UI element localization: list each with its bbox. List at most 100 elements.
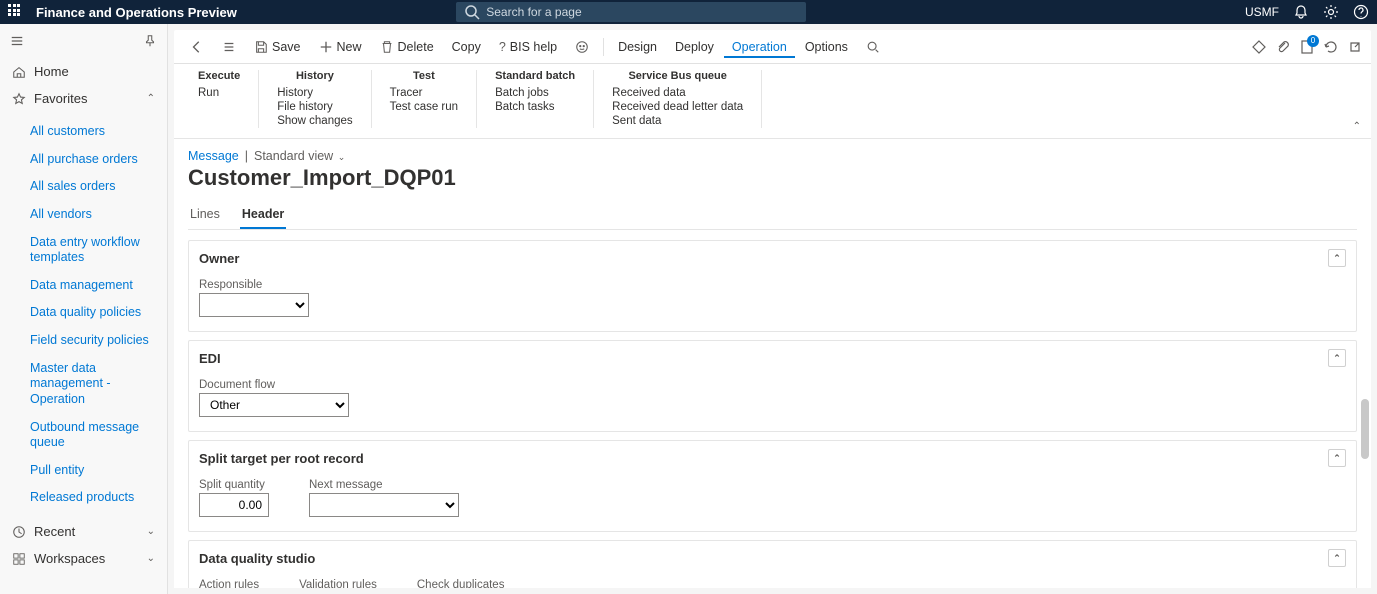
fav-link[interactable]: Data quality policies xyxy=(26,299,167,327)
ribbon-item[interactable]: Show changes xyxy=(277,114,352,128)
ribbon-item[interactable]: Test case run xyxy=(390,100,458,114)
chevron-up-icon[interactable]: ⌃ xyxy=(1328,249,1346,267)
attach-icon[interactable] xyxy=(1275,39,1291,55)
breadcrumb: Message | Standard view ⌄ xyxy=(188,149,1357,163)
favorites-list: All customers All purchase orders All sa… xyxy=(0,112,167,518)
ribbon-item[interactable]: History xyxy=(277,86,352,100)
star-icon xyxy=(12,92,26,106)
ribbon-group-title: Test xyxy=(390,70,458,82)
section-data-quality: Data quality studio ⌃ Action rules No Va… xyxy=(188,540,1357,588)
field-check-duplicates: Check duplicates No xyxy=(417,579,505,588)
split-quantity-input[interactable] xyxy=(199,493,269,517)
app-header: Finance and Operations Preview Search fo… xyxy=(0,0,1377,24)
app-title: Finance and Operations Preview xyxy=(36,5,237,20)
next-message-select[interactable] xyxy=(309,493,459,517)
nav-workspaces-label: Workspaces xyxy=(34,551,105,566)
ribbon-group-test: Test Tracer Test case run xyxy=(372,70,477,128)
face-icon xyxy=(575,40,589,54)
app-launcher-icon[interactable] xyxy=(8,4,24,20)
global-search[interactable]: Search for a page xyxy=(456,2,806,22)
field-label: Document flow xyxy=(199,379,349,391)
tab-header[interactable]: Header xyxy=(240,201,286,229)
arrow-left-icon xyxy=(190,40,204,54)
document-flow-select[interactable]: Other xyxy=(199,393,349,417)
popout-icon[interactable] xyxy=(1347,39,1363,55)
section-header[interactable]: Owner ⌃ xyxy=(189,241,1356,275)
fav-link[interactable]: Field security policies xyxy=(26,327,167,355)
view-selector[interactable]: Standard view ⌄ xyxy=(254,149,345,163)
new-button[interactable]: New xyxy=(311,36,370,58)
fav-link[interactable]: Master data management - Operation xyxy=(26,355,167,414)
fav-link[interactable]: Outbound message queue xyxy=(26,414,167,457)
ribbon-item[interactable]: Run xyxy=(198,86,240,100)
ribbon-group-title: Execute xyxy=(198,70,240,82)
fav-link[interactable]: All vendors xyxy=(26,201,167,229)
nav-home-label: Home xyxy=(34,64,69,79)
notifications-button[interactable]: 0 xyxy=(1299,39,1315,55)
help-icon[interactable] xyxy=(1353,4,1369,20)
ribbon-item[interactable]: Received data xyxy=(612,86,743,100)
tab-lines[interactable]: Lines xyxy=(188,201,222,229)
left-navigation: Home Favorites ⌃ All customers All purch… xyxy=(0,24,168,594)
ribbon-item[interactable]: Received dead letter data xyxy=(612,100,743,114)
nav-favorites[interactable]: Favorites ⌃ xyxy=(0,85,167,112)
field-validation-rules: Validation rules Yes xyxy=(299,579,377,588)
ribbon-item[interactable]: Tracer xyxy=(390,86,458,100)
field-document-flow: Document flow Other xyxy=(199,379,349,417)
delete-button[interactable]: Delete xyxy=(372,36,442,58)
ribbon-item[interactable]: Batch jobs xyxy=(495,86,575,100)
chevron-up-icon[interactable]: ⌃ xyxy=(1328,449,1346,467)
ribbon-item[interactable]: Sent data xyxy=(612,114,743,128)
design-tab[interactable]: Design xyxy=(610,36,665,58)
company-indicator[interactable]: USMF xyxy=(1245,5,1279,19)
list-button[interactable] xyxy=(214,36,244,58)
nav-home[interactable]: Home xyxy=(0,58,167,85)
section-header[interactable]: Data quality studio ⌃ xyxy=(189,541,1356,575)
fav-link[interactable]: All customers xyxy=(26,118,167,146)
nav-workspaces[interactable]: Workspaces ⌄ xyxy=(0,545,167,572)
section-header[interactable]: Split target per root record ⌃ xyxy=(189,441,1356,475)
face-button[interactable] xyxy=(567,36,597,58)
fav-link[interactable]: All purchase orders xyxy=(26,146,167,174)
scrollbar-thumb[interactable] xyxy=(1361,399,1369,459)
deploy-tab[interactable]: Deploy xyxy=(667,36,722,58)
content-area: Message | Standard view ⌄ Customer_Impor… xyxy=(174,139,1371,588)
ribbon-group-history: History History File history Show change… xyxy=(259,70,371,128)
responsible-select[interactable] xyxy=(199,293,309,317)
back-button[interactable] xyxy=(182,36,212,58)
save-button[interactable]: Save xyxy=(246,36,309,58)
field-responsible: Responsible xyxy=(199,279,309,317)
fav-link[interactable]: Data management xyxy=(26,272,167,300)
ribbon-collapse[interactable]: ⌃ xyxy=(1353,121,1361,132)
operation-tab[interactable]: Operation xyxy=(724,36,795,58)
pin-icon[interactable] xyxy=(143,34,157,48)
breadcrumb-link[interactable]: Message xyxy=(188,149,239,163)
refresh-icon[interactable] xyxy=(1323,39,1339,55)
separator xyxy=(603,38,604,56)
ribbon-item[interactable]: Batch tasks xyxy=(495,100,575,114)
field-label: Validation rules xyxy=(299,579,377,588)
copy-button[interactable]: Copy xyxy=(444,36,489,58)
main-area: Save New Delete Copy ?BIS help Design De… xyxy=(168,24,1377,594)
hamburger-icon[interactable] xyxy=(10,34,24,48)
ribbon-item[interactable]: File history xyxy=(277,100,352,114)
section-header[interactable]: EDI ⌃ xyxy=(189,341,1356,375)
chevron-up-icon[interactable]: ⌃ xyxy=(1328,349,1346,367)
bell-icon[interactable] xyxy=(1293,4,1309,20)
scrollbar[interactable] xyxy=(1361,359,1369,588)
chevron-up-icon[interactable]: ⌃ xyxy=(1328,549,1346,567)
plus-icon xyxy=(319,40,333,54)
fav-link[interactable]: All sales orders xyxy=(26,173,167,201)
fav-link[interactable]: Data entry workflow templates xyxy=(26,229,167,272)
find-button[interactable] xyxy=(858,36,888,58)
bishelp-button[interactable]: ?BIS help xyxy=(491,36,565,58)
field-next-message: Next message xyxy=(309,479,459,517)
diamond-icon[interactable] xyxy=(1251,39,1267,55)
nav-recent[interactable]: Recent ⌄ xyxy=(0,518,167,545)
gear-icon[interactable] xyxy=(1323,4,1339,20)
fav-link[interactable]: Pull entity xyxy=(26,457,167,485)
field-action-rules: Action rules No xyxy=(199,579,259,588)
options-tab[interactable]: Options xyxy=(797,36,856,58)
fav-link[interactable]: Released products xyxy=(26,484,167,512)
detail-tabs: Lines Header xyxy=(188,201,1357,230)
